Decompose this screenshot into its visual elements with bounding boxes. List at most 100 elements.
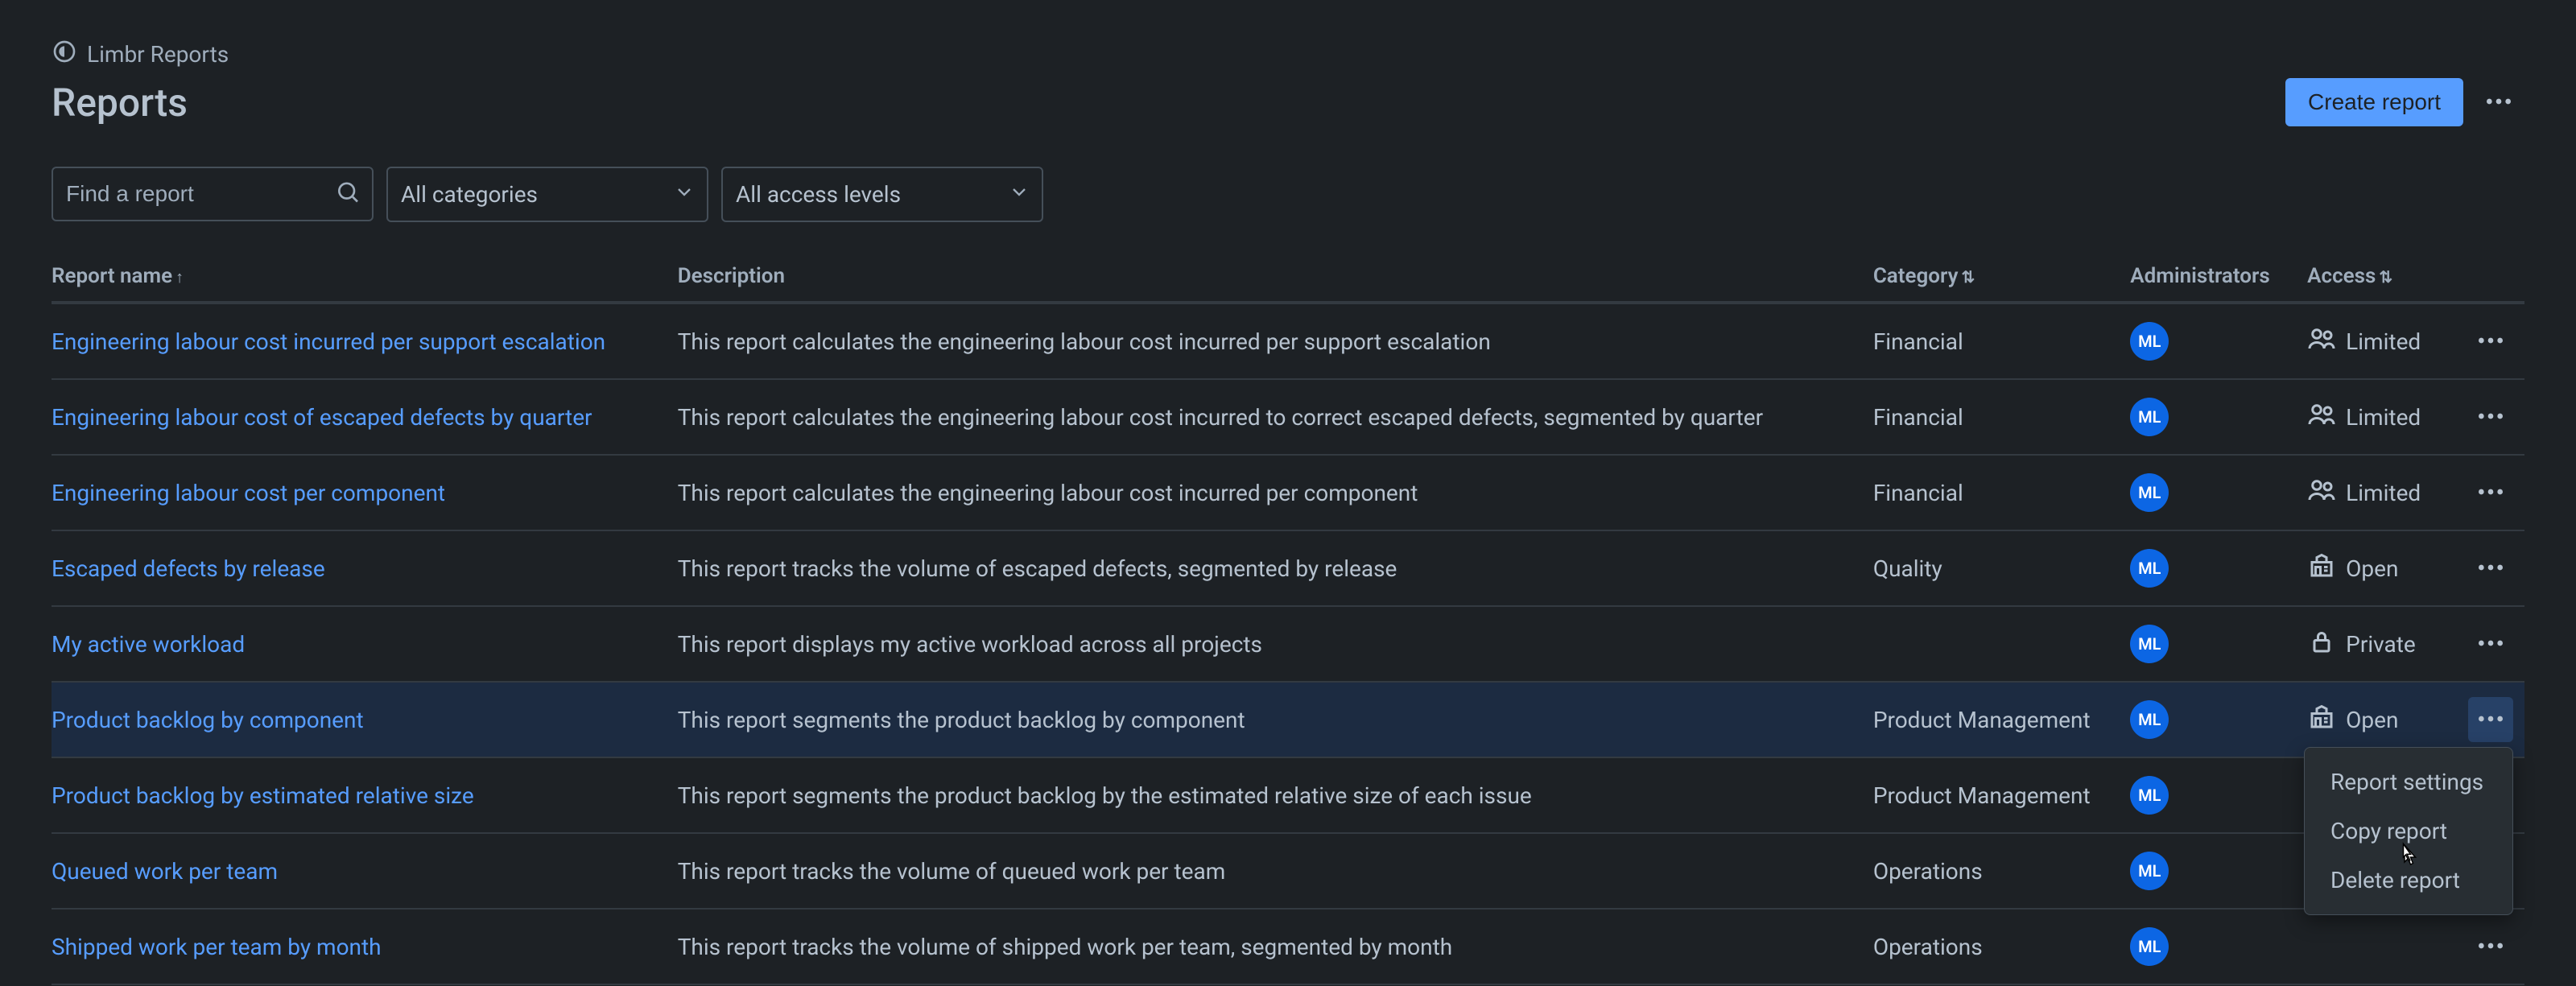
- report-category: Quality: [1873, 530, 2130, 606]
- report-description: This report tracks the volume of escaped…: [678, 530, 1873, 606]
- access-badge: Private: [2307, 627, 2455, 662]
- context-menu-item-copy[interactable]: Copy report: [2305, 807, 2512, 856]
- report-category: Financial: [1873, 455, 2130, 530]
- report-name-link[interactable]: Product backlog by component: [52, 707, 364, 733]
- access-badge: Limited: [2307, 324, 2455, 359]
- report-description: This report displays my active workload …: [678, 606, 1873, 682]
- report-name-link[interactable]: Escaped defects by release: [52, 555, 325, 582]
- access-badge: Limited: [2307, 476, 2455, 510]
- header-actions: Create report: [2285, 76, 2524, 128]
- more-horizontal-icon: [2475, 400, 2507, 435]
- create-report-button[interactable]: Create report: [2285, 78, 2463, 126]
- table-row: Engineering labour cost of escaped defec…: [52, 379, 2524, 455]
- more-horizontal-icon: [2483, 85, 2515, 120]
- report-description: This report segments the product backlog…: [678, 757, 1873, 833]
- open-icon: [2307, 703, 2336, 737]
- more-horizontal-icon: [2475, 551, 2507, 586]
- table-row: Shipped work per team by month This repor…: [52, 909, 2524, 984]
- access-badge: Open: [2307, 551, 2455, 586]
- access-label: Limited: [2346, 328, 2421, 355]
- column-header-access[interactable]: Access⇅: [2307, 254, 2468, 303]
- report-category: Operations: [1873, 833, 2130, 909]
- limited-icon: [2307, 400, 2336, 435]
- access-label: Private: [2346, 631, 2416, 658]
- row-more-actions-button[interactable]: [2468, 924, 2513, 969]
- limited-icon: [2307, 324, 2336, 359]
- avatar[interactable]: ML: [2130, 927, 2169, 966]
- table-row: Engineering labour cost per component Thi…: [52, 455, 2524, 530]
- report-name-link[interactable]: Product backlog by estimated relative si…: [52, 782, 474, 809]
- report-description: This report tracks the volume of queued …: [678, 833, 1873, 909]
- row-more-actions-button[interactable]: [2468, 697, 2513, 742]
- app-logo-icon: [52, 39, 77, 70]
- column-header-description[interactable]: Description: [678, 254, 1873, 303]
- report-description: This report calculates the engineering l…: [678, 379, 1873, 455]
- page-title: Reports: [52, 80, 188, 126]
- report-description: This report tracks the volume of shipped…: [678, 909, 1873, 984]
- row-more-actions-button[interactable]: [2468, 319, 2513, 364]
- limited-icon: [2307, 476, 2336, 510]
- category-filter-value: All categories: [386, 167, 708, 222]
- row-more-actions-button[interactable]: [2468, 621, 2513, 666]
- report-category: [1873, 606, 2130, 682]
- report-name-link[interactable]: Queued work per team: [52, 858, 278, 885]
- search-wrap: [52, 167, 374, 222]
- column-header-name[interactable]: Report name↑: [52, 254, 678, 303]
- report-category: Operations: [1873, 909, 2130, 984]
- avatar[interactable]: ML: [2130, 549, 2169, 588]
- report-category: Financial: [1873, 303, 2130, 379]
- report-description: This report segments the product backlog…: [678, 682, 1873, 757]
- table-row: Engineering labour cost incurred per sup…: [52, 303, 2524, 379]
- report-description: This report calculates the engineering l…: [678, 455, 1873, 530]
- access-filter-value: All access levels: [721, 167, 1043, 222]
- row-more-actions-button[interactable]: [2468, 546, 2513, 591]
- access-label: Limited: [2346, 480, 2421, 506]
- table-row: Queued work per team This report tracks t…: [52, 833, 2524, 909]
- more-horizontal-icon: [2475, 476, 2507, 510]
- access-filter[interactable]: All access levels: [721, 167, 1043, 222]
- search-icon: [328, 172, 367, 217]
- avatar[interactable]: ML: [2130, 322, 2169, 361]
- column-header-category[interactable]: Category⇅: [1873, 254, 2130, 303]
- report-category: Financial: [1873, 379, 2130, 455]
- avatar[interactable]: ML: [2130, 852, 2169, 890]
- sort-icon: ⇅: [2379, 267, 2392, 287]
- category-filter[interactable]: All categories: [386, 167, 708, 222]
- avatar[interactable]: ML: [2130, 776, 2169, 815]
- report-name-link[interactable]: My active workload: [52, 631, 245, 658]
- report-category: Product Management: [1873, 757, 2130, 833]
- context-menu-item-delete[interactable]: Delete report: [2305, 856, 2512, 905]
- access-label: Open: [2346, 555, 2398, 582]
- avatar[interactable]: ML: [2130, 398, 2169, 436]
- more-horizontal-icon: [2475, 324, 2507, 359]
- column-header-administrators[interactable]: Administrators: [2130, 254, 2307, 303]
- filter-bar: All categories All access levels: [52, 167, 2524, 222]
- sort-icon: ⇅: [1962, 267, 1975, 287]
- breadcrumb-app-name[interactable]: Limbr Reports: [87, 41, 229, 68]
- table-header-row: Report name↑ Description Category⇅ Admin…: [52, 254, 2524, 303]
- row-context-menu: Report settingsCopy reportDelete report: [2304, 747, 2513, 915]
- more-horizontal-icon: [2475, 703, 2507, 737]
- report-name-link[interactable]: Engineering labour cost incurred per sup…: [52, 328, 605, 355]
- search-input[interactable]: [52, 167, 374, 221]
- avatar[interactable]: ML: [2130, 700, 2169, 739]
- report-name-link[interactable]: Engineering labour cost of escaped defec…: [52, 404, 592, 431]
- avatar[interactable]: ML: [2130, 473, 2169, 512]
- context-menu-item-settings[interactable]: Report settings: [2305, 757, 2512, 807]
- row-more-actions-button[interactable]: [2468, 470, 2513, 515]
- access-badge: Limited: [2307, 400, 2455, 435]
- access-label: Limited: [2346, 404, 2421, 431]
- page-more-actions-button[interactable]: [2473, 76, 2524, 128]
- breadcrumb: Limbr Reports: [52, 39, 2524, 70]
- table-row: Escaped defects by release This report tr…: [52, 530, 2524, 606]
- report-description: This report calculates the engineering l…: [678, 303, 1873, 379]
- reports-table: Report name↑ Description Category⇅ Admin…: [52, 254, 2524, 985]
- open-icon: [2307, 551, 2336, 586]
- table-row: Product backlog by component This report …: [52, 682, 2524, 757]
- access-badge: Open: [2307, 703, 2455, 737]
- avatar[interactable]: ML: [2130, 625, 2169, 663]
- report-name-link[interactable]: Shipped work per team by month: [52, 934, 382, 960]
- report-name-link[interactable]: Engineering labour cost per component: [52, 480, 445, 506]
- table-row: My active workload This report displays m…: [52, 606, 2524, 682]
- row-more-actions-button[interactable]: [2468, 394, 2513, 439]
